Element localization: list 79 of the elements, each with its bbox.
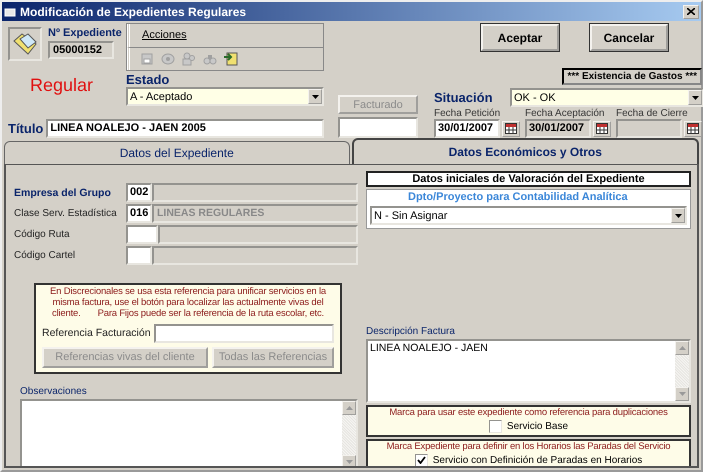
dpto-label: Dpto/Proyecto para Contabilidad Analítica — [407, 191, 629, 203]
code-field[interactable]: 002 — [126, 183, 152, 202]
calendar-button[interactable] — [684, 120, 702, 136]
marca-note: Marca para usar este expediente como referencia para duplicaciones — [388, 408, 669, 419]
code-field[interactable] — [126, 246, 152, 265]
date-field[interactable]: 30/01/2007 — [434, 119, 500, 138]
calendar-button[interactable] — [502, 120, 520, 136]
descripcion-label: Descripción Factura — [366, 326, 456, 337]
binoculars-icon — [203, 52, 217, 65]
calendar-icon — [687, 123, 699, 134]
window-icon — [4, 6, 16, 16]
scroll-down-button[interactable] — [342, 454, 356, 466]
dialog-button[interactable]: Aceptar — [481, 24, 559, 51]
code-field[interactable]: 016 — [126, 204, 152, 223]
checkbox-box[interactable] — [488, 420, 502, 433]
section-heading: Datos iniciales de Valoración del Expediente — [366, 171, 691, 187]
folder-icon — [8, 27, 42, 61]
scrollbar[interactable] — [342, 400, 356, 466]
scroll-up-button[interactable] — [675, 340, 689, 355]
estado-dropdown[interactable]: A - Aceptado — [126, 87, 324, 106]
checkbox[interactable]: Servicio con Definición de Paradas en Horarios — [368, 454, 689, 466]
observaciones-field[interactable] — [20, 398, 358, 466]
scroll-down-button[interactable] — [675, 386, 689, 401]
calendar-icon — [596, 123, 608, 134]
caret-icon — [674, 214, 682, 218]
descripcion-text: LINEA NOALEJO - JAEN — [369, 340, 489, 356]
code-field[interactable] — [126, 225, 158, 244]
titulo-label: Título — [8, 121, 44, 136]
field-label: Empresa del Grupo — [14, 186, 112, 198]
menu-item[interactable]: Acciones — [138, 29, 187, 42]
field-label: Clase Serv. Estadística — [14, 208, 118, 219]
document-arrow-icon — [223, 52, 239, 66]
date-label: Fecha Petición — [434, 108, 502, 119]
dialog-button[interactable]: Cancelar — [590, 24, 668, 51]
descripcion-field[interactable]: LINEA NOALEJO - JAEN — [366, 338, 691, 403]
reference-label: Referencia Facturación — [42, 327, 151, 340]
field-label: Código Ruta — [14, 229, 71, 240]
checkbox[interactable]: Servicio Base — [368, 420, 689, 433]
text-field[interactable] — [338, 117, 418, 138]
titulo-field[interactable]: LINEA NOALEJO - JAEN 2005 — [46, 119, 324, 138]
type-label: Regular — [30, 75, 94, 96]
toolbar-button[interactable] — [222, 50, 240, 68]
up-arrow-icon — [678, 346, 686, 350]
close-icon — [687, 8, 695, 15]
date-label: Fecha Aceptación — [525, 108, 606, 119]
situacion-dropdown[interactable]: OK - OK — [510, 88, 703, 107]
check-icon — [416, 456, 426, 464]
expediente-field: 05000152 — [48, 41, 114, 59]
scroll-up-button[interactable] — [342, 400, 356, 415]
name-field: LINEAS REGULARES — [152, 204, 358, 223]
gastos-badge: *** Existencia de Gastos *** — [562, 68, 702, 85]
expediente-label: Nº Expediente — [48, 27, 122, 39]
date-label: Fecha de Cierre — [616, 108, 689, 119]
dropdown-button[interactable] — [308, 89, 322, 104]
reference-field[interactable] — [154, 324, 334, 343]
caret-icon — [312, 94, 318, 98]
observaciones-label: Observaciones — [20, 386, 88, 397]
checkbox-box[interactable] — [414, 454, 428, 466]
close-button[interactable] — [683, 4, 699, 18]
field-label: Código Cartel — [14, 250, 76, 261]
calendar-icon — [505, 123, 517, 134]
up-arrow-icon — [346, 406, 352, 410]
situacion-label: Situación — [434, 90, 494, 105]
caret-icon — [692, 96, 698, 100]
scrollbar[interactable] — [675, 340, 689, 401]
down-arrow-icon — [678, 392, 686, 396]
eye-icon — [161, 52, 175, 65]
people-icon — [182, 52, 196, 66]
dropdown-button[interactable] — [688, 90, 702, 105]
dpto-dropdown[interactable]: N - Sin Asignar — [370, 206, 687, 225]
window-title: Modificación de Expedientes Regulares — [20, 4, 248, 18]
calendar-button[interactable] — [593, 120, 611, 136]
estado-label: Estado — [126, 72, 170, 87]
down-arrow-icon — [346, 460, 352, 464]
dropdown-button[interactable] — [671, 208, 685, 223]
tab[interactable]: Datos Económicos y Otros — [352, 138, 699, 164]
tab[interactable]: Datos del Expediente — [4, 141, 350, 164]
reference-note: En Discrecionales se usa esta referencia para unificar servicios en la misma factura, use el botón para localizar las actualmente vivas del cliente. Para Fijos puede ser la referencia de la ruta escolar, etc. — [49, 287, 328, 320]
marca-note: Marca Expediente para definir en los Horarios las Paradas del Servicio — [386, 442, 672, 453]
